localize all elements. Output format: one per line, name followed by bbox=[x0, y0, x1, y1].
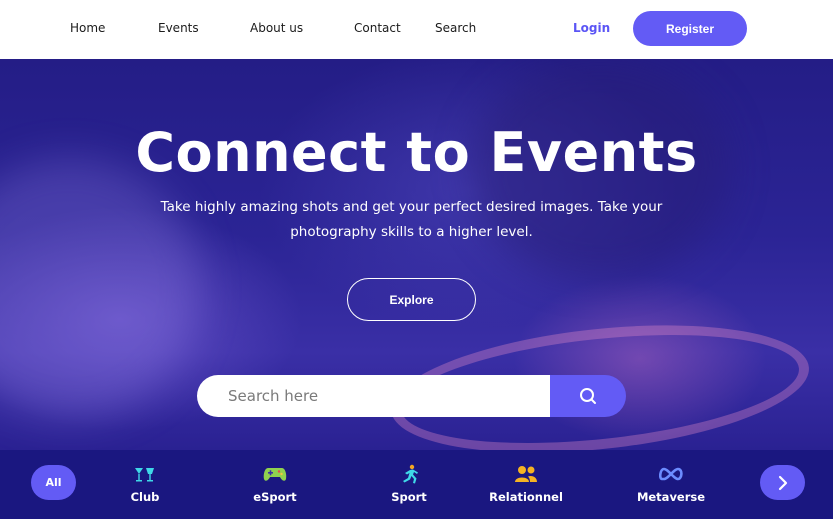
nav-contact-link[interactable]: Contact bbox=[354, 21, 401, 35]
search-input[interactable] bbox=[197, 375, 550, 417]
search-bar bbox=[197, 375, 626, 417]
category-label: Relationnel bbox=[489, 490, 563, 504]
category-label: Metaverse bbox=[636, 490, 706, 504]
category-item-metaverse[interactable]: Metaverse bbox=[636, 464, 706, 504]
hero-banner: Connect to Events Take highly amazing sh… bbox=[0, 59, 833, 450]
top-navbar: Home Events About us Contact Search Logi… bbox=[0, 0, 833, 59]
people-icon bbox=[514, 464, 538, 484]
category-item-esport[interactable]: eSport bbox=[252, 464, 298, 504]
hero-title: Connect to Events bbox=[135, 121, 698, 184]
cocktail-icon bbox=[133, 464, 157, 484]
category-label: eSport bbox=[253, 490, 297, 504]
nav-about-link[interactable]: About us bbox=[250, 21, 303, 35]
register-button[interactable]: Register bbox=[633, 11, 747, 46]
search-button[interactable] bbox=[550, 375, 626, 417]
nav-search-link[interactable]: Search bbox=[435, 21, 476, 35]
category-item-relationnel[interactable]: Relationnel bbox=[489, 464, 563, 504]
category-item-club[interactable]: Club bbox=[128, 464, 162, 504]
nav-events-link[interactable]: Events bbox=[158, 21, 199, 35]
next-categories-button[interactable] bbox=[760, 465, 805, 500]
hero-subtitle: Take highly amazing shots and get your p… bbox=[160, 199, 663, 240]
nav-home-link[interactable]: Home bbox=[70, 21, 105, 35]
meta-icon bbox=[659, 464, 683, 484]
category-item-sport[interactable]: Sport bbox=[390, 464, 428, 504]
search-icon bbox=[580, 388, 596, 404]
category-all-button[interactable]: All bbox=[31, 465, 76, 500]
explore-button[interactable]: Explore bbox=[347, 278, 476, 321]
category-label: Club bbox=[130, 490, 160, 504]
runner-icon bbox=[397, 464, 421, 484]
category-bar: All Club eSport Sport Relationnel Metave… bbox=[0, 450, 833, 519]
login-link[interactable]: Login bbox=[573, 21, 610, 35]
chevron-right-icon bbox=[778, 475, 787, 490]
gamepad-icon bbox=[263, 464, 287, 484]
category-label: Sport bbox=[391, 490, 427, 504]
